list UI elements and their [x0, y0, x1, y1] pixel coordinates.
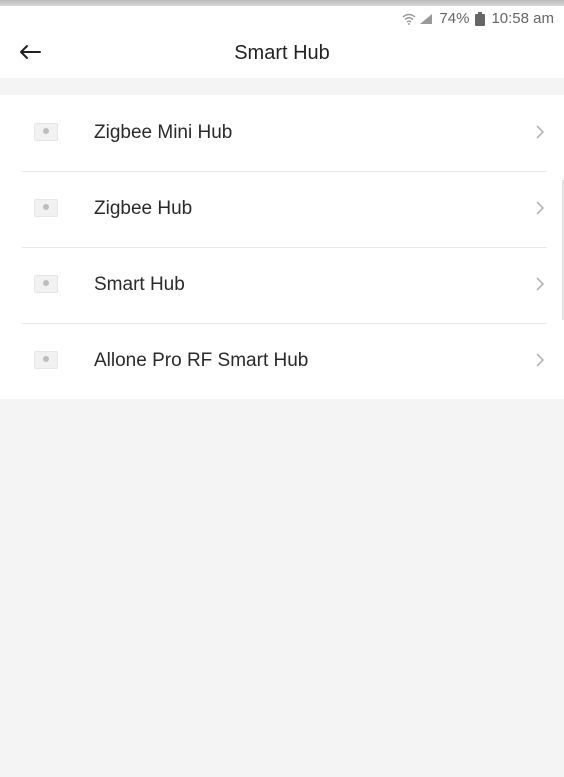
chevron-right-icon: [534, 199, 546, 217]
battery-icon: [475, 11, 486, 26]
status-right: 74% 10:58 am: [402, 10, 554, 27]
device-thumbnail-icon: [34, 275, 58, 293]
list-item-label: Allone Pro RF Smart Hub: [94, 350, 309, 371]
list-item[interactable]: Zigbee Mini Hub: [0, 95, 564, 171]
list-item[interactable]: Smart Hub: [0, 247, 564, 323]
chevron-right-icon: [534, 123, 546, 141]
hub-list: Zigbee Mini Hub Zigbee Hub Smart Hub All…: [0, 95, 564, 399]
list-item[interactable]: Zigbee Hub: [0, 171, 564, 247]
device-thumbnail-icon: [34, 123, 58, 141]
list-item[interactable]: Allone Pro RF Smart Hub: [0, 323, 564, 399]
battery-percentage: 74%: [439, 10, 470, 27]
list-item-label: Zigbee Hub: [94, 198, 193, 219]
page-title: Smart Hub: [234, 42, 330, 64]
device-thumbnail-icon: [34, 351, 58, 369]
app-header: Smart Hub: [0, 30, 564, 78]
clock: 10:58 am: [491, 10, 554, 27]
list-item-label: Zigbee Mini Hub: [94, 122, 233, 143]
list-item-label: Smart Hub: [94, 274, 185, 295]
device-thumbnail-icon: [34, 199, 58, 217]
connectivity-icons: [402, 13, 433, 25]
signal-icon: [419, 13, 433, 25]
status-bar: 74% 10:58 am: [0, 6, 564, 30]
chevron-right-icon: [534, 275, 546, 293]
wifi-icon: [402, 13, 416, 25]
chevron-right-icon: [534, 351, 546, 369]
